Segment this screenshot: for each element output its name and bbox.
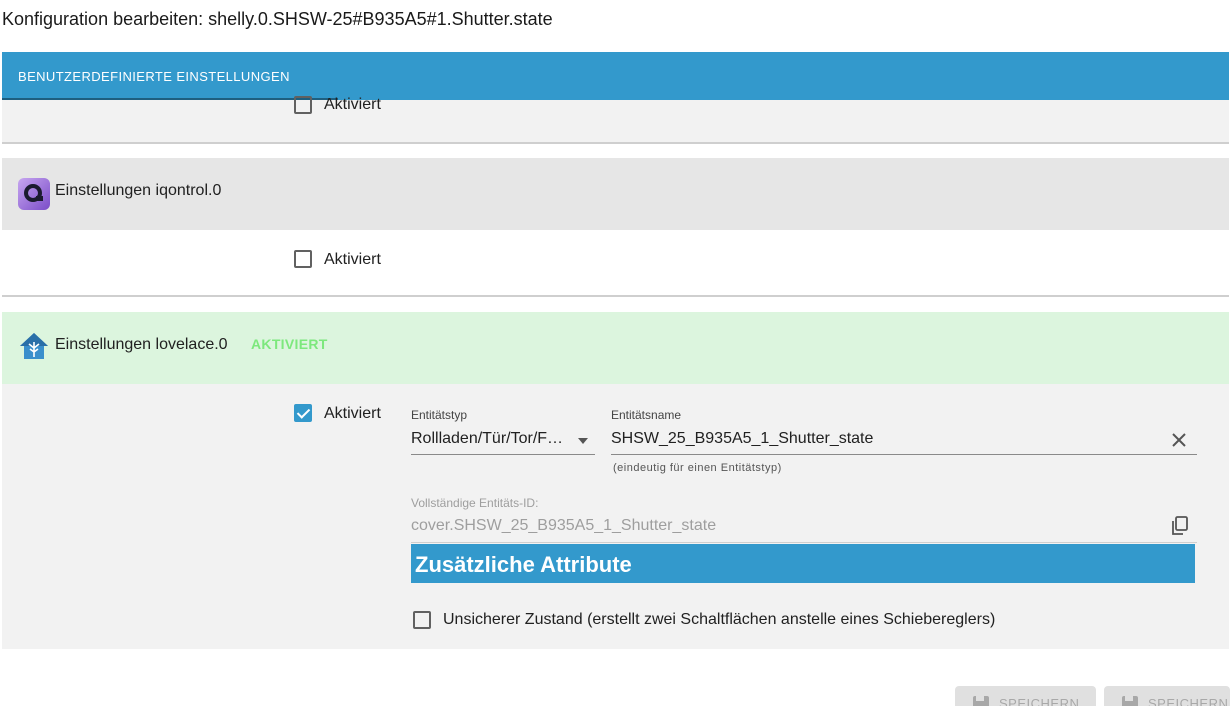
entity-name-label: Entitätsname — [611, 408, 682, 422]
activated-badge: AKTIVIERT — [251, 336, 328, 352]
full-entity-id-label: Vollständige Entitäts-ID: — [411, 496, 539, 510]
iqontrol-title: Einstellungen iqontrol.0 — [55, 182, 222, 199]
unsafe-state-checkbox[interactable] — [413, 611, 431, 629]
save-button[interactable]: SPEICHERN — [955, 686, 1096, 706]
section-lovelace-body: Aktiviert Entitätstyp Rollladen/Tür/Tor/… — [2, 384, 1229, 649]
save-close-button-label: SPEICHERN — [1148, 696, 1229, 706]
section-iqontrol-header[interactable]: Einstellungen iqontrol.0 — [2, 158, 1229, 230]
section-lovelace-header[interactable]: Einstellungen lovelace.0 AKTIVIERT — [2, 312, 1229, 384]
entity-type-underline — [411, 454, 595, 455]
previous-enabled-checkbox[interactable] — [294, 96, 312, 114]
section-previous-body: Aktiviert — [2, 96, 1229, 142]
iqontrol-enabled-checkbox[interactable] — [294, 250, 312, 268]
tab-bar: BENUTZERDEFINIERTE EINSTELLUNGEN — [2, 52, 1229, 100]
save-close-button[interactable]: SPEICHERN — [1104, 686, 1230, 706]
tab-custom-settings[interactable]: BENUTZERDEFINIERTE EINSTELLUNGEN — [18, 69, 290, 84]
entity-type-select[interactable]: Entitätstyp Rollladen/Tür/Tor/F… — [411, 406, 595, 456]
additional-attributes-header[interactable]: Zusätzliche Attribute — [411, 544, 1195, 583]
lovelace-enabled-checkbox[interactable] — [294, 404, 312, 422]
entity-name-field[interactable]: Entitätsname SHSW_25_B935A5_1_Shutter_st… — [611, 406, 1197, 456]
chevron-down-icon — [578, 438, 588, 444]
full-entity-id-underline — [411, 542, 1197, 543]
save-button-label: SPEICHERN — [999, 696, 1080, 706]
unsafe-state-label: Unsicherer Zustand (erstellt zwei Schalt… — [443, 611, 996, 628]
clear-icon[interactable] — [1172, 433, 1186, 447]
section-divider — [2, 295, 1229, 297]
iqontrol-icon — [18, 178, 50, 210]
page-title: Konfiguration bearbeiten: shelly.0.SHSW-… — [2, 9, 553, 29]
entity-name-input[interactable]: SHSW_25_B935A5_1_Shutter_state — [611, 430, 873, 448]
lovelace-enabled-label: Aktiviert — [324, 405, 381, 422]
full-entity-id-value: cover.SHSW_25_B935A5_1_Shutter_state — [411, 517, 717, 534]
entity-name-underline — [611, 454, 1197, 455]
previous-enabled-label: Aktiviert — [324, 96, 381, 113]
copy-icon[interactable] — [1171, 516, 1189, 536]
entity-name-helper: (eindeutig für einen Entitätstyp) — [613, 462, 782, 474]
additional-attributes-title: Zusätzliche Attribute — [415, 552, 632, 577]
save-icon — [1122, 696, 1138, 706]
section-divider — [2, 142, 1229, 144]
save-icon — [973, 696, 989, 706]
lovelace-house-icon — [20, 333, 48, 359]
entity-type-label: Entitätstyp — [411, 408, 468, 422]
lovelace-title: Einstellungen lovelace.0 — [55, 336, 228, 353]
section-iqontrol-body: Aktiviert — [2, 230, 1229, 296]
iqontrol-enabled-label: Aktiviert — [324, 251, 381, 268]
entity-type-value: Rollladen/Tür/Tor/F… — [411, 430, 564, 447]
